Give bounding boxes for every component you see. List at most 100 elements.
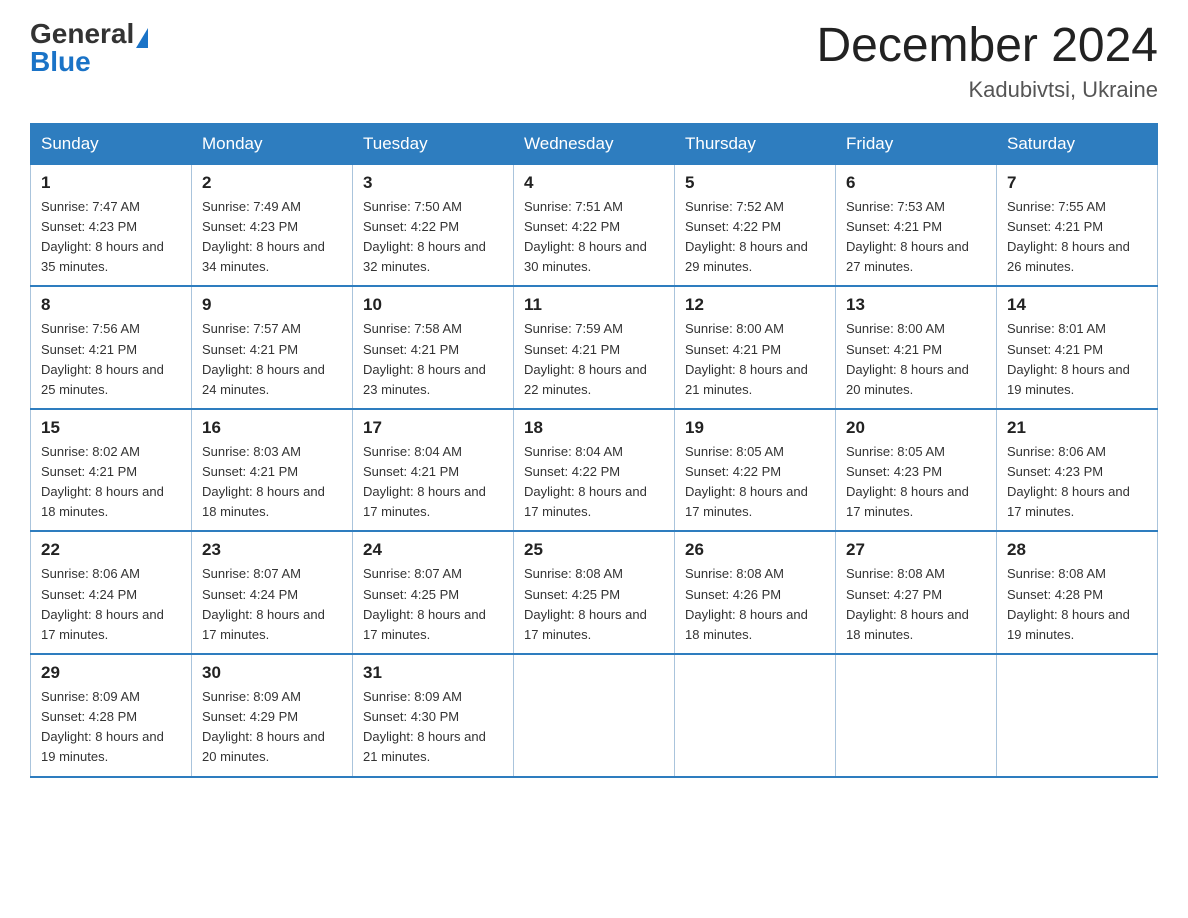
weekday-header-saturday: Saturday [997, 123, 1158, 164]
day-info: Sunrise: 8:00 AMSunset: 4:21 PMDaylight:… [846, 319, 986, 400]
calendar-cell: 4 Sunrise: 7:51 AMSunset: 4:22 PMDaylight… [514, 164, 675, 286]
day-number: 25 [524, 540, 664, 560]
day-info: Sunrise: 8:09 AMSunset: 4:29 PMDaylight:… [202, 687, 342, 768]
calendar-cell: 10 Sunrise: 7:58 AMSunset: 4:21 PMDayligh… [353, 286, 514, 409]
calendar-cell: 22Sunrise: 8:06 AMSunset: 4:24 PMDayligh… [31, 531, 192, 654]
day-info: Sunrise: 8:08 AMSunset: 4:28 PMDaylight:… [1007, 564, 1147, 645]
week-row-3: 15Sunrise: 8:02 AMSunset: 4:21 PMDayligh… [31, 409, 1158, 532]
calendar-cell: 17Sunrise: 8:04 AMSunset: 4:21 PMDayligh… [353, 409, 514, 532]
day-number: 4 [524, 173, 664, 193]
logo-general-text: General [30, 20, 134, 48]
calendar-cell: 31Sunrise: 8:09 AMSunset: 4:30 PMDayligh… [353, 654, 514, 777]
calendar-cell: 20 Sunrise: 8:05 AMSunset: 4:23 PMDayligh… [836, 409, 997, 532]
calendar-cell [514, 654, 675, 777]
day-info: Sunrise: 8:08 AMSunset: 4:26 PMDaylight:… [685, 564, 825, 645]
calendar-cell: 2Sunrise: 7:49 AMSunset: 4:23 PMDaylight… [192, 164, 353, 286]
day-info: Sunrise: 8:05 AMSunset: 4:23 PMDaylight:… [846, 442, 986, 523]
day-info: Sunrise: 8:04 AMSunset: 4:22 PMDaylight:… [524, 442, 664, 523]
calendar-cell: 3Sunrise: 7:50 AMSunset: 4:22 PMDaylight… [353, 164, 514, 286]
calendar-cell: 19 Sunrise: 8:05 AMSunset: 4:22 PMDayligh… [675, 409, 836, 532]
calendar-cell: 29 Sunrise: 8:09 AMSunset: 4:28 PMDayligh… [31, 654, 192, 777]
day-number: 14 [1007, 295, 1147, 315]
calendar-cell: 24Sunrise: 8:07 AMSunset: 4:25 PMDayligh… [353, 531, 514, 654]
day-number: 15 [41, 418, 181, 438]
calendar-cell: 18 Sunrise: 8:04 AMSunset: 4:22 PMDayligh… [514, 409, 675, 532]
day-number: 26 [685, 540, 825, 560]
calendar-cell [997, 654, 1158, 777]
day-number: 31 [363, 663, 503, 683]
calendar-cell: 25 Sunrise: 8:08 AMSunset: 4:25 PMDayligh… [514, 531, 675, 654]
location-text: Kadubivtsi, Ukraine [816, 77, 1158, 103]
day-number: 24 [363, 540, 503, 560]
calendar-cell: 9Sunrise: 7:57 AMSunset: 4:21 PMDaylight… [192, 286, 353, 409]
day-number: 19 [685, 418, 825, 438]
day-number: 16 [202, 418, 342, 438]
day-number: 12 [685, 295, 825, 315]
day-info: Sunrise: 8:06 AMSunset: 4:23 PMDaylight:… [1007, 442, 1147, 523]
day-info: Sunrise: 8:04 AMSunset: 4:21 PMDaylight:… [363, 442, 503, 523]
day-number: 5 [685, 173, 825, 193]
day-info: Sunrise: 8:05 AMSunset: 4:22 PMDaylight:… [685, 442, 825, 523]
day-number: 29 [41, 663, 181, 683]
calendar-cell: 1 Sunrise: 7:47 AMSunset: 4:23 PMDaylight… [31, 164, 192, 286]
day-info: Sunrise: 7:55 AMSunset: 4:21 PMDaylight:… [1007, 197, 1147, 278]
day-number: 7 [1007, 173, 1147, 193]
weekday-header-row: SundayMondayTuesdayWednesdayThursdayFrid… [31, 123, 1158, 164]
weekday-header-tuesday: Tuesday [353, 123, 514, 164]
day-info: Sunrise: 7:49 AMSunset: 4:23 PMDaylight:… [202, 197, 342, 278]
day-info: Sunrise: 8:09 AMSunset: 4:28 PMDaylight:… [41, 687, 181, 768]
day-number: 22 [41, 540, 181, 560]
weekday-header-friday: Friday [836, 123, 997, 164]
day-number: 27 [846, 540, 986, 560]
day-number: 20 [846, 418, 986, 438]
day-info: Sunrise: 8:07 AMSunset: 4:24 PMDaylight:… [202, 564, 342, 645]
week-row-2: 8Sunrise: 7:56 AMSunset: 4:21 PMDaylight… [31, 286, 1158, 409]
calendar-cell: 30 Sunrise: 8:09 AMSunset: 4:29 PMDayligh… [192, 654, 353, 777]
week-row-1: 1 Sunrise: 7:47 AMSunset: 4:23 PMDaylight… [31, 164, 1158, 286]
page-header: General Blue December 2024 Kadubivtsi, U… [30, 20, 1158, 103]
day-info: Sunrise: 8:00 AMSunset: 4:21 PMDaylight:… [685, 319, 825, 400]
day-info: Sunrise: 7:51 AMSunset: 4:22 PMDaylight:… [524, 197, 664, 278]
day-info: Sunrise: 8:01 AMSunset: 4:21 PMDaylight:… [1007, 319, 1147, 400]
calendar-cell: 6Sunrise: 7:53 AMSunset: 4:21 PMDaylight… [836, 164, 997, 286]
calendar-cell: 13 Sunrise: 8:00 AMSunset: 4:21 PMDayligh… [836, 286, 997, 409]
week-row-4: 22Sunrise: 8:06 AMSunset: 4:24 PMDayligh… [31, 531, 1158, 654]
weekday-header-thursday: Thursday [675, 123, 836, 164]
day-number: 30 [202, 663, 342, 683]
week-row-5: 29 Sunrise: 8:09 AMSunset: 4:28 PMDayligh… [31, 654, 1158, 777]
day-number: 13 [846, 295, 986, 315]
day-info: Sunrise: 8:08 AMSunset: 4:25 PMDaylight:… [524, 564, 664, 645]
day-number: 10 [363, 295, 503, 315]
logo-blue-text: Blue [30, 48, 91, 76]
weekday-header-sunday: Sunday [31, 123, 192, 164]
calendar-cell: 21 Sunrise: 8:06 AMSunset: 4:23 PMDayligh… [997, 409, 1158, 532]
day-number: 11 [524, 295, 664, 315]
calendar-cell: 7 Sunrise: 7:55 AMSunset: 4:21 PMDaylight… [997, 164, 1158, 286]
calendar-cell: 23Sunrise: 8:07 AMSunset: 4:24 PMDayligh… [192, 531, 353, 654]
calendar-cell: 11Sunrise: 7:59 AMSunset: 4:21 PMDayligh… [514, 286, 675, 409]
calendar-cell: 12 Sunrise: 8:00 AMSunset: 4:21 PMDayligh… [675, 286, 836, 409]
calendar-cell: 8Sunrise: 7:56 AMSunset: 4:21 PMDaylight… [31, 286, 192, 409]
calendar-cell: 27Sunrise: 8:08 AMSunset: 4:27 PMDayligh… [836, 531, 997, 654]
day-number: 8 [41, 295, 181, 315]
day-info: Sunrise: 7:52 AMSunset: 4:22 PMDaylight:… [685, 197, 825, 278]
calendar-cell: 26 Sunrise: 8:08 AMSunset: 4:26 PMDayligh… [675, 531, 836, 654]
calendar-cell: 5 Sunrise: 7:52 AMSunset: 4:22 PMDaylight… [675, 164, 836, 286]
day-info: Sunrise: 7:47 AMSunset: 4:23 PMDaylight:… [41, 197, 181, 278]
calendar-cell: 14 Sunrise: 8:01 AMSunset: 4:21 PMDayligh… [997, 286, 1158, 409]
month-title: December 2024 [816, 20, 1158, 73]
day-info: Sunrise: 8:03 AMSunset: 4:21 PMDaylight:… [202, 442, 342, 523]
day-number: 18 [524, 418, 664, 438]
calendar-cell: 15Sunrise: 8:02 AMSunset: 4:21 PMDayligh… [31, 409, 192, 532]
day-info: Sunrise: 7:58 AMSunset: 4:21 PMDaylight:… [363, 319, 503, 400]
calendar-cell [675, 654, 836, 777]
day-info: Sunrise: 7:57 AMSunset: 4:21 PMDaylight:… [202, 319, 342, 400]
title-section: December 2024 Kadubivtsi, Ukraine [816, 20, 1158, 103]
weekday-header-monday: Monday [192, 123, 353, 164]
day-number: 1 [41, 173, 181, 193]
day-number: 21 [1007, 418, 1147, 438]
calendar-cell: 28Sunrise: 8:08 AMSunset: 4:28 PMDayligh… [997, 531, 1158, 654]
day-info: Sunrise: 7:53 AMSunset: 4:21 PMDaylight:… [846, 197, 986, 278]
weekday-header-wednesday: Wednesday [514, 123, 675, 164]
logo: General Blue [30, 20, 148, 76]
